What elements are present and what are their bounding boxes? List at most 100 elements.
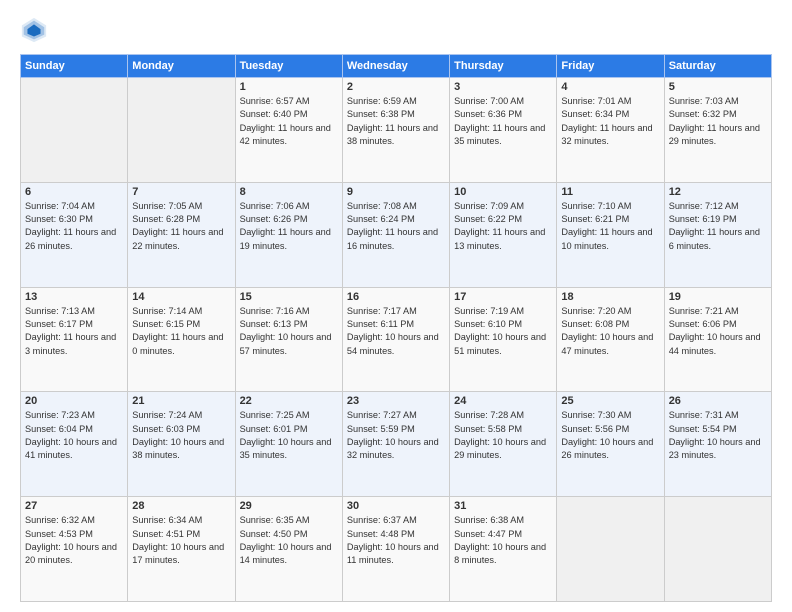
day-info: Sunrise: 7:04 AM Sunset: 6:30 PM Dayligh…	[25, 200, 123, 253]
header-day-friday: Friday	[557, 55, 664, 78]
day-cell	[21, 78, 128, 183]
day-cell: 6 Sunrise: 7:04 AM Sunset: 6:30 PM Daylig…	[21, 182, 128, 287]
day-number: 16	[347, 291, 445, 303]
day-info: Sunrise: 7:09 AM Sunset: 6:22 PM Dayligh…	[454, 200, 552, 253]
day-cell	[128, 78, 235, 183]
day-number: 1	[240, 81, 338, 93]
day-info: Sunrise: 7:28 AM Sunset: 5:58 PM Dayligh…	[454, 409, 552, 462]
day-info: Sunrise: 7:19 AM Sunset: 6:10 PM Dayligh…	[454, 305, 552, 358]
day-cell	[557, 497, 664, 602]
day-cell: 1 Sunrise: 6:57 AM Sunset: 6:40 PM Daylig…	[235, 78, 342, 183]
day-cell: 17 Sunrise: 7:19 AM Sunset: 6:10 PM Dayli…	[450, 287, 557, 392]
day-number: 14	[132, 291, 230, 303]
day-cell: 7 Sunrise: 7:05 AM Sunset: 6:28 PM Daylig…	[128, 182, 235, 287]
day-number: 24	[454, 395, 552, 407]
day-number: 20	[25, 395, 123, 407]
day-info: Sunrise: 7:10 AM Sunset: 6:21 PM Dayligh…	[561, 200, 659, 253]
week-row-1: 6 Sunrise: 7:04 AM Sunset: 6:30 PM Daylig…	[21, 182, 772, 287]
day-number: 19	[669, 291, 767, 303]
day-cell: 2 Sunrise: 6:59 AM Sunset: 6:38 PM Daylig…	[342, 78, 449, 183]
day-cell: 4Sunrise: 7:01 AM Sunset: 6:34 PM Daylig…	[557, 78, 664, 183]
day-number: 6	[25, 186, 123, 198]
day-info: Sunrise: 7:14 AM Sunset: 6:15 PM Dayligh…	[132, 305, 230, 358]
day-number: 10	[454, 186, 552, 198]
day-info: Sunrise: 7:30 AM Sunset: 5:56 PM Dayligh…	[561, 409, 659, 462]
day-info: Sunrise: 7:05 AM Sunset: 6:28 PM Dayligh…	[132, 200, 230, 253]
header-day-tuesday: Tuesday	[235, 55, 342, 78]
day-number: 5	[669, 81, 767, 93]
day-number: 18	[561, 291, 659, 303]
day-number: 22	[240, 395, 338, 407]
day-cell: 11 Sunrise: 7:10 AM Sunset: 6:21 PM Dayli…	[557, 182, 664, 287]
day-info: Sunrise: 6:59 AM Sunset: 6:38 PM Dayligh…	[347, 95, 445, 148]
day-cell: 9 Sunrise: 7:08 AM Sunset: 6:24 PM Daylig…	[342, 182, 449, 287]
day-info: Sunrise: 6:32 AM Sunset: 4:53 PM Dayligh…	[25, 514, 123, 567]
day-cell: 31 Sunrise: 6:38 AM Sunset: 4:47 PM Dayli…	[450, 497, 557, 602]
day-cell: 30 Sunrise: 6:37 AM Sunset: 4:48 PM Dayli…	[342, 497, 449, 602]
day-info: Sunrise: 7:17 AM Sunset: 6:11 PM Dayligh…	[347, 305, 445, 358]
day-cell: 25 Sunrise: 7:30 AM Sunset: 5:56 PM Dayli…	[557, 392, 664, 497]
header-day-monday: Monday	[128, 55, 235, 78]
day-cell: 3 Sunrise: 7:00 AM Sunset: 6:36 PM Daylig…	[450, 78, 557, 183]
day-info: Sunrise: 7:31 AM Sunset: 5:54 PM Dayligh…	[669, 409, 767, 462]
week-row-2: 13Sunrise: 7:13 AM Sunset: 6:17 PM Dayli…	[21, 287, 772, 392]
day-number: 30	[347, 500, 445, 512]
day-info: Sunrise: 6:57 AM Sunset: 6:40 PM Dayligh…	[240, 95, 338, 148]
day-number: 26	[669, 395, 767, 407]
day-info: Sunrise: 7:20 AM Sunset: 6:08 PM Dayligh…	[561, 305, 659, 358]
day-cell: 19 Sunrise: 7:21 AM Sunset: 6:06 PM Dayli…	[664, 287, 771, 392]
day-number: 23	[347, 395, 445, 407]
day-cell: 10 Sunrise: 7:09 AM Sunset: 6:22 PM Dayli…	[450, 182, 557, 287]
header	[20, 16, 772, 44]
day-cell: 27 Sunrise: 6:32 AM Sunset: 4:53 PM Dayli…	[21, 497, 128, 602]
day-number: 25	[561, 395, 659, 407]
day-number: 3	[454, 81, 552, 93]
day-cell: 12Sunrise: 7:12 AM Sunset: 6:19 PM Dayli…	[664, 182, 771, 287]
day-cell: 26 Sunrise: 7:31 AM Sunset: 5:54 PM Dayli…	[664, 392, 771, 497]
day-cell: 21Sunrise: 7:24 AM Sunset: 6:03 PM Dayli…	[128, 392, 235, 497]
calendar-header: SundayMondayTuesdayWednesdayThursdayFrid…	[21, 55, 772, 78]
day-cell: 16 Sunrise: 7:17 AM Sunset: 6:11 PM Dayli…	[342, 287, 449, 392]
day-info: Sunrise: 6:35 AM Sunset: 4:50 PM Dayligh…	[240, 514, 338, 567]
day-info: Sunrise: 7:21 AM Sunset: 6:06 PM Dayligh…	[669, 305, 767, 358]
day-cell	[664, 497, 771, 602]
day-info: Sunrise: 7:00 AM Sunset: 6:36 PM Dayligh…	[454, 95, 552, 148]
calendar-page: SundayMondayTuesdayWednesdayThursdayFrid…	[0, 0, 792, 612]
header-day-thursday: Thursday	[450, 55, 557, 78]
day-cell: 8Sunrise: 7:06 AM Sunset: 6:26 PM Daylig…	[235, 182, 342, 287]
day-number: 28	[132, 500, 230, 512]
day-number: 7	[132, 186, 230, 198]
day-info: Sunrise: 6:38 AM Sunset: 4:47 PM Dayligh…	[454, 514, 552, 567]
day-cell: 29Sunrise: 6:35 AM Sunset: 4:50 PM Dayli…	[235, 497, 342, 602]
day-cell: 24 Sunrise: 7:28 AM Sunset: 5:58 PM Dayli…	[450, 392, 557, 497]
week-row-0: 1 Sunrise: 6:57 AM Sunset: 6:40 PM Daylig…	[21, 78, 772, 183]
day-info: Sunrise: 7:03 AM Sunset: 6:32 PM Dayligh…	[669, 95, 767, 148]
calendar-body: 1 Sunrise: 6:57 AM Sunset: 6:40 PM Daylig…	[21, 78, 772, 602]
day-cell: 22Sunrise: 7:25 AM Sunset: 6:01 PM Dayli…	[235, 392, 342, 497]
day-info: Sunrise: 7:24 AM Sunset: 6:03 PM Dayligh…	[132, 409, 230, 462]
day-number: 17	[454, 291, 552, 303]
day-info: Sunrise: 7:16 AM Sunset: 6:13 PM Dayligh…	[240, 305, 338, 358]
day-cell: 18 Sunrise: 7:20 AM Sunset: 6:08 PM Dayli…	[557, 287, 664, 392]
day-cell: 13Sunrise: 7:13 AM Sunset: 6:17 PM Dayli…	[21, 287, 128, 392]
day-info: Sunrise: 6:34 AM Sunset: 4:51 PM Dayligh…	[132, 514, 230, 567]
header-day-saturday: Saturday	[664, 55, 771, 78]
day-info: Sunrise: 6:37 AM Sunset: 4:48 PM Dayligh…	[347, 514, 445, 567]
day-info: Sunrise: 7:08 AM Sunset: 6:24 PM Dayligh…	[347, 200, 445, 253]
day-number: 31	[454, 500, 552, 512]
day-number: 13	[25, 291, 123, 303]
day-number: 11	[561, 186, 659, 198]
day-number: 4	[561, 81, 659, 93]
day-cell: 14 Sunrise: 7:14 AM Sunset: 6:15 PM Dayli…	[128, 287, 235, 392]
logo	[20, 16, 52, 44]
week-row-4: 27 Sunrise: 6:32 AM Sunset: 4:53 PM Dayli…	[21, 497, 772, 602]
day-cell: 20Sunrise: 7:23 AM Sunset: 6:04 PM Dayli…	[21, 392, 128, 497]
week-row-3: 20Sunrise: 7:23 AM Sunset: 6:04 PM Dayli…	[21, 392, 772, 497]
day-number: 27	[25, 500, 123, 512]
day-cell: 28 Sunrise: 6:34 AM Sunset: 4:51 PM Dayli…	[128, 497, 235, 602]
day-number: 2	[347, 81, 445, 93]
day-number: 9	[347, 186, 445, 198]
day-number: 12	[669, 186, 767, 198]
day-cell: 15Sunrise: 7:16 AM Sunset: 6:13 PM Dayli…	[235, 287, 342, 392]
header-day-wednesday: Wednesday	[342, 55, 449, 78]
